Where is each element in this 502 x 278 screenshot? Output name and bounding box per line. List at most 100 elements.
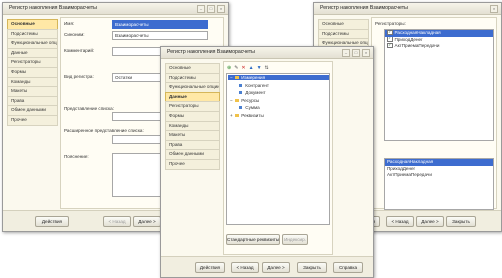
- minimize-icon[interactable]: –: [342, 49, 350, 57]
- tree-node-label: Реквизиты: [241, 113, 264, 118]
- tree-toolbar: ⊕ ✎ ✕ ▲ ▼ ⇅: [227, 65, 269, 71]
- nav-item-main[interactable]: Основные: [318, 19, 369, 29]
- close-button[interactable]: Закрыть: [297, 262, 327, 273]
- name-field[interactable]: Взаиморасчеты: [112, 20, 208, 29]
- close-icon[interactable]: ×: [362, 49, 370, 57]
- close-icon[interactable]: ×: [217, 5, 225, 13]
- nav-item-subsystems[interactable]: Подсистемы: [318, 28, 369, 39]
- next-button[interactable]: Далее >: [133, 216, 161, 227]
- data-panel: ⊕ ✎ ✕ ▲ ▼ ⇅ − Измерения Контрагент Докум…: [223, 61, 333, 255]
- add-icon[interactable]: ⊕: [227, 65, 231, 71]
- registrators-list[interactable]: ✓ РасходнаяНакладная ✓ ПриходДенег ✓ АктПри…: [384, 29, 494, 141]
- move-down-icon[interactable]: ▼: [257, 65, 262, 71]
- synonym-field[interactable]: Взаиморасчеты: [112, 31, 208, 40]
- sort-icon[interactable]: ⇅: [265, 65, 269, 71]
- tree-node-label: Ресурсы: [241, 98, 260, 103]
- nav-item-templates[interactable]: Макеты: [165, 130, 220, 140]
- name-label: Имя:: [64, 21, 75, 26]
- nav-item-main[interactable]: Основные: [7, 19, 58, 29]
- nav-item-other[interactable]: Прочее: [7, 114, 58, 126]
- nav-item-rights[interactable]: Права: [165, 139, 220, 150]
- window-controls: – □ ×: [342, 49, 370, 57]
- move-up-icon[interactable]: ▲: [249, 65, 254, 71]
- next-button[interactable]: Далее >: [416, 216, 444, 227]
- nav-item-registrators[interactable]: Регистраторы: [7, 57, 58, 67]
- window-title: Регистр накопления Взаиморасчеты: [314, 3, 501, 15]
- list-item[interactable]: ПриходДенег: [385, 166, 493, 173]
- comment-label: Комментарий:: [64, 48, 95, 53]
- expand-icon[interactable]: +: [230, 113, 233, 118]
- delete-icon[interactable]: ✕: [241, 65, 245, 71]
- attribute-icon: [239, 106, 242, 110]
- nav-item-data[interactable]: Данные: [165, 91, 220, 102]
- nav-item-other[interactable]: Прочее: [165, 158, 220, 170]
- collapse-icon[interactable]: −: [230, 75, 233, 80]
- nav-item-commands[interactable]: Команды: [165, 120, 220, 131]
- register-kind-label: Вид регистра:: [64, 74, 94, 79]
- list-item-label: АктПриемаПередачи: [394, 43, 440, 49]
- list-item[interactable]: РасходнаяНакладная: [385, 159, 493, 166]
- synonym-label: Синоним:: [64, 32, 85, 37]
- selected-registrators-list[interactable]: РасходнаяНакладная ПриходДенег АктПриема…: [384, 158, 494, 210]
- nav-item-registrators[interactable]: Регистраторы: [165, 101, 220, 111]
- section-nav: Основные Подсистемы Функциональные опции…: [7, 19, 58, 209]
- list-item-label: ПриходДенег: [394, 36, 423, 42]
- list-item[interactable]: ✓ ПриходДенег: [385, 36, 493, 44]
- nav-item-rights[interactable]: Права: [7, 95, 58, 106]
- close-button[interactable]: Закрыть: [446, 216, 476, 227]
- collapse-icon[interactable]: −: [230, 98, 233, 103]
- minimize-icon[interactable]: –: [197, 5, 205, 13]
- checkbox-checked-icon[interactable]: ✓: [387, 36, 393, 42]
- checkbox-checked-icon[interactable]: ✓: [387, 43, 393, 49]
- nav-item-main[interactable]: Основные: [165, 63, 220, 73]
- explanation-label: Пояснение:: [64, 154, 89, 159]
- tree-node-label: Сумма: [245, 105, 260, 110]
- tree-node-label: Документ: [245, 90, 266, 95]
- folder-icon: [234, 114, 239, 118]
- list-item[interactable]: АктПриемаПередачи: [385, 172, 493, 179]
- window-data: Регистр накопления Взаиморасчеты – □ × О…: [160, 46, 374, 278]
- tree-node-document[interactable]: Документ: [239, 90, 266, 95]
- list-presentation-label: Представление списка:: [64, 106, 114, 111]
- attributes-tree[interactable]: − Измерения Контрагент Документ − Ресурс…: [226, 73, 330, 225]
- actions-button[interactable]: Действия: [195, 262, 225, 273]
- actions-button[interactable]: Действия: [35, 216, 69, 227]
- tree-node-label: Контрагент: [245, 83, 270, 88]
- maximize-icon[interactable]: □: [207, 5, 215, 13]
- nav-item-commands[interactable]: Команды: [7, 76, 58, 87]
- checkbox-checked-icon[interactable]: ✓: [387, 30, 393, 36]
- tree-node-resources[interactable]: − Ресурсы: [230, 98, 259, 103]
- standard-attributes-button[interactable]: Стандартные реквизиты: [226, 234, 280, 245]
- tree-node-attributes[interactable]: + Реквизиты: [230, 113, 264, 118]
- section-nav: Основные Подсистемы Функциональные опции…: [165, 63, 220, 255]
- nav-item-forms[interactable]: Формы: [165, 110, 220, 121]
- nav-item-subsystems[interactable]: Подсистемы: [165, 72, 220, 83]
- nav-item-subsystems[interactable]: Подсистемы: [7, 28, 58, 39]
- folder-icon: [234, 99, 239, 103]
- nav-item-forms[interactable]: Формы: [7, 66, 58, 77]
- list-item[interactable]: ✓ РасходнаяНакладная: [385, 30, 493, 37]
- nav-item-data-exchange[interactable]: Обмен данными: [7, 105, 58, 115]
- folder-icon: [234, 76, 239, 80]
- list-item[interactable]: ✓ АктПриемаПередачи: [385, 43, 493, 50]
- help-button[interactable]: Справка: [333, 262, 363, 273]
- tree-node-measurements[interactable]: − Измерения: [228, 75, 329, 80]
- back-button[interactable]: < Назад: [231, 262, 259, 273]
- nav-item-functional-options[interactable]: Функциональные опции: [165, 82, 220, 92]
- nav-item-data-exchange[interactable]: Обмен данными: [165, 149, 220, 159]
- tree-node-contragent[interactable]: Контрагент: [239, 83, 269, 88]
- edit-icon[interactable]: ✎: [234, 65, 238, 71]
- maximize-icon[interactable]: □: [352, 49, 360, 57]
- nav-item-functional-options[interactable]: Функциональные опции: [7, 38, 58, 48]
- indexing-button[interactable]: Индексир.: [282, 234, 308, 245]
- nav-item-templates[interactable]: Макеты: [7, 86, 58, 96]
- attribute-icon: [239, 91, 242, 95]
- back-button[interactable]: < Назад: [386, 216, 414, 227]
- registrators-label: Регистраторы:: [375, 21, 406, 26]
- tree-node-sum[interactable]: Сумма: [239, 105, 260, 110]
- next-button[interactable]: Далее >: [262, 262, 290, 273]
- attribute-icon: [239, 84, 242, 88]
- close-icon[interactable]: ×: [490, 5, 498, 13]
- back-button[interactable]: < Назад: [103, 216, 131, 227]
- nav-item-data[interactable]: Данные: [7, 47, 58, 58]
